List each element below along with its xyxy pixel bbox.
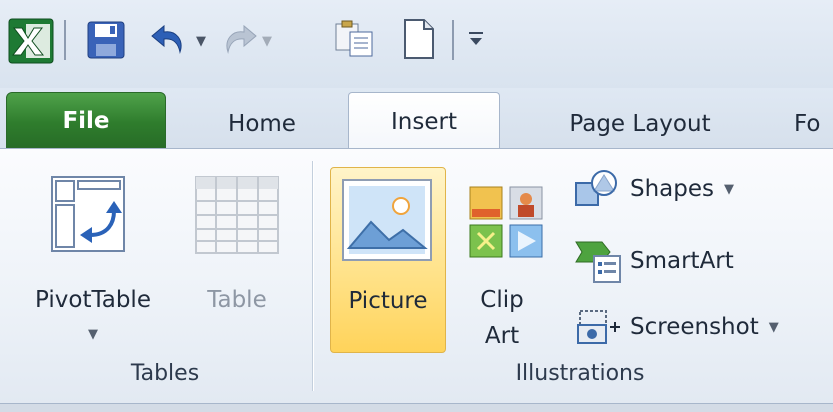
clip-art-button-line2[interactable]: Art xyxy=(462,323,542,349)
screenshot-dropdown-icon[interactable]: ▼ xyxy=(769,320,779,335)
clip-art-button[interactable]: Clip xyxy=(462,287,542,313)
toolbar-separator xyxy=(452,20,454,60)
toolbar-separator xyxy=(64,20,66,60)
table-button[interactable]: Table xyxy=(190,287,284,313)
screenshot-button[interactable]: Screenshot ▼ xyxy=(574,307,779,347)
picture-button[interactable]: Picture xyxy=(330,167,446,353)
pivottable-icon xyxy=(50,175,128,259)
pivottable-dropdown-icon[interactable]: ▼ xyxy=(88,327,98,342)
redo-dropdown-icon: ▼ xyxy=(262,34,272,49)
group-label-tables: Tables xyxy=(130,361,200,386)
smartart-button[interactable]: SmartArt xyxy=(574,241,734,283)
screenshot-label: Screenshot xyxy=(630,314,759,340)
new-document-icon[interactable] xyxy=(402,18,436,64)
tab-home[interactable]: Home xyxy=(196,94,328,148)
ribbon-tabs: File Home Insert Page Layout Fo xyxy=(0,88,833,150)
tab-page-layout[interactable]: Page Layout xyxy=(530,94,750,148)
group-label-illustrations: Illustrations xyxy=(515,361,645,386)
shapes-label: Shapes xyxy=(630,176,715,202)
picture-label: Picture xyxy=(348,288,428,314)
customize-toolbar-icon[interactable] xyxy=(468,30,484,52)
quick-access-toolbar: ▼ ▼ xyxy=(0,0,833,88)
clip-art-icon xyxy=(468,185,546,263)
shapes-button[interactable]: Shapes ▼ xyxy=(574,169,734,209)
paste-icon[interactable] xyxy=(334,20,376,64)
tab-formulas[interactable]: Fo xyxy=(776,94,833,148)
save-icon[interactable] xyxy=(86,20,126,64)
group-separator xyxy=(312,161,313,391)
undo-dropdown-icon[interactable]: ▼ xyxy=(196,34,206,49)
pivottable-button[interactable]: PivotTable xyxy=(18,287,168,313)
undo-icon[interactable] xyxy=(150,22,190,62)
smartart-icon xyxy=(575,241,621,283)
ribbon-panel: PivotTable ▼ Table Tables Picture Clip A… xyxy=(0,148,833,404)
shapes-icon xyxy=(575,170,617,206)
excel-logo-icon[interactable] xyxy=(8,18,54,68)
redo-icon xyxy=(218,22,258,62)
smartart-label: SmartArt xyxy=(630,248,734,274)
tab-insert[interactable]: Insert xyxy=(348,92,500,150)
shapes-dropdown-icon[interactable]: ▼ xyxy=(724,182,734,197)
table-icon xyxy=(194,175,280,259)
screenshot-icon xyxy=(577,310,620,344)
picture-icon xyxy=(341,178,433,266)
tab-file[interactable]: File xyxy=(6,92,166,148)
